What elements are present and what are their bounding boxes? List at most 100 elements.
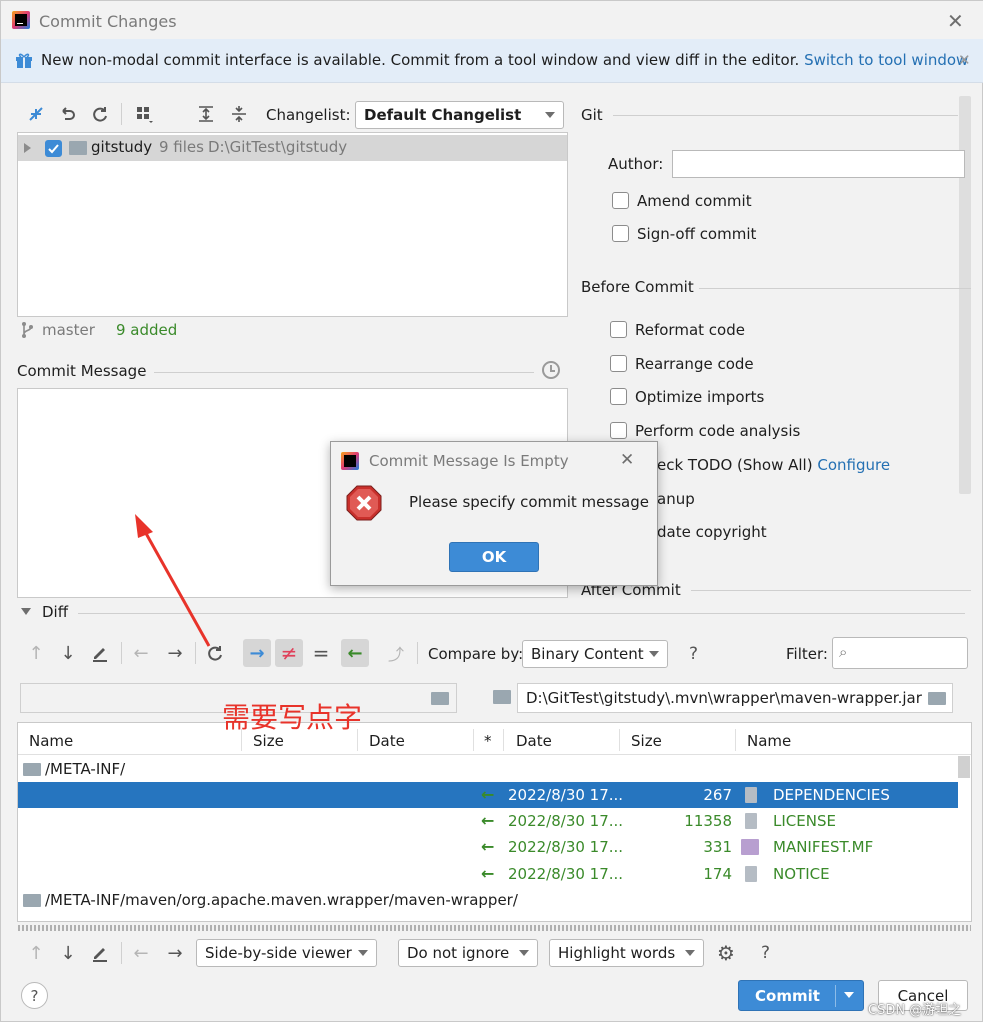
optimize-imports-checkbox[interactable] (610, 388, 627, 405)
table-row[interactable]: ← 2022/8/30 17... 267 DEPENDENCIES (18, 782, 958, 808)
before-commit-title: Before Commit (581, 278, 694, 296)
branch-name: master (42, 321, 95, 339)
diff-help-icon[interactable]: ? (689, 644, 698, 664)
dialog-app-icon (341, 452, 359, 470)
compare-by-select[interactable]: Binary Content (522, 640, 668, 668)
banner-message: New non-modal commit interface is availa… (41, 51, 800, 69)
changelist-value: Default Changelist (364, 106, 522, 124)
expand-collapse-icon[interactable] (24, 102, 48, 126)
switch-to-tool-window-link[interactable]: Switch to tool window (804, 51, 968, 69)
arrow-left-icon: ← (481, 785, 495, 804)
table-row[interactable]: ← 2022/8/30 17... 174 NOTICE (18, 861, 958, 887)
show-deleted-icon[interactable]: ← (341, 639, 369, 667)
git-divider (613, 115, 958, 116)
row-name: NOTICE (773, 865, 830, 883)
gift-icon (15, 52, 33, 69)
show-different-icon[interactable]: ≠ (275, 639, 303, 667)
show-equal-icon[interactable]: = (309, 641, 333, 665)
empty-message-dialog: Commit Message Is Empty ✕ Please specify… (330, 441, 658, 586)
filter-input[interactable]: ⌕ (832, 637, 968, 669)
edit-source-icon[interactable] (88, 941, 112, 965)
configure-link[interactable]: Configure (817, 456, 890, 474)
folder-icon (69, 141, 87, 155)
search-icon: ⌕ (839, 643, 848, 661)
expand-all-icon[interactable] (194, 102, 218, 126)
close-window-icon[interactable]: ✕ (947, 9, 964, 33)
file-icon (745, 787, 757, 803)
browse-folder-icon[interactable] (928, 692, 946, 705)
refresh-icon[interactable] (88, 102, 112, 126)
table-scrollbar[interactable] (958, 756, 970, 778)
prev-diff-icon[interactable]: ↑ (24, 641, 48, 665)
col-left-date[interactable]: Date (369, 732, 405, 750)
commit-button[interactable]: Commit (738, 980, 864, 1011)
code-analysis-checkbox[interactable] (610, 422, 627, 439)
sign-off-checkbox[interactable] (612, 225, 629, 242)
highlight-select[interactable]: Highlight words (549, 939, 704, 967)
diff-collapse-icon[interactable] (21, 608, 31, 615)
file-icon (745, 866, 757, 882)
right-path-field[interactable]: D:\GitTest\gitstudy\.mvn\wrapper\maven-w… (517, 683, 953, 713)
splitter-handle[interactable] (18, 925, 971, 931)
rollback-icon[interactable] (56, 102, 80, 126)
col-star[interactable]: * (484, 732, 492, 750)
root-checkbox[interactable] (45, 140, 62, 157)
amend-commit-label: Amend commit (637, 192, 752, 210)
dialog-message: Please specify commit message (409, 493, 649, 511)
reformat-checkbox[interactable] (610, 321, 627, 338)
changelist-label: Changelist: (266, 106, 351, 124)
row-size: 267 (703, 786, 732, 804)
edit-icon[interactable] (88, 641, 112, 665)
intellij-logo-icon (12, 11, 30, 29)
browse-folder-icon[interactable] (431, 692, 449, 705)
folder-row[interactable]: /META-INF/maven/org.apache.maven.wrapper… (18, 887, 958, 913)
banner-close-icon[interactable]: ✕ (958, 51, 971, 69)
after-commit-divider (691, 590, 971, 591)
check-todo-label: eck TODO (Show All) Configure (657, 456, 890, 474)
table-row[interactable]: ← 2022/8/30 17... 331 MANIFEST.MF (18, 834, 958, 860)
sign-off-label: Sign-off commit (637, 225, 757, 243)
tree-root-row[interactable]: gitstudy 9 files D:\GitTest\gitstudy (18, 135, 567, 161)
group-by-icon[interactable] (132, 102, 156, 126)
back-icon[interactable]: ← (129, 941, 153, 965)
folder-row[interactable]: /META-INF/ (18, 756, 958, 782)
col-right-size[interactable]: Size (631, 732, 662, 750)
next-diff-icon[interactable]: ↓ (56, 641, 80, 665)
forward-icon[interactable]: → (163, 941, 187, 965)
gear-icon[interactable]: ⚙ (714, 941, 738, 965)
chevron-down-icon (358, 950, 368, 956)
file-icon (745, 813, 757, 829)
root-path: D:\GitTest\gitstudy (208, 138, 348, 156)
git-section-title: Git (581, 106, 603, 124)
chevron-down-icon[interactable] (844, 992, 854, 998)
changelist-select[interactable]: Default Changelist (355, 101, 564, 129)
col-left-name[interactable]: Name (29, 732, 73, 750)
ignore-select[interactable]: Do not ignore (398, 939, 538, 967)
collapse-all-icon[interactable] (227, 102, 251, 126)
ok-button[interactable]: OK (449, 542, 539, 572)
folder-icon (23, 763, 41, 776)
dialog-close-icon[interactable]: ✕ (620, 450, 634, 470)
added-count: 9 added (116, 321, 178, 339)
show-new-files-icon[interactable]: → (243, 639, 271, 667)
toolbar-separator (121, 103, 122, 125)
amend-commit-checkbox[interactable] (612, 192, 629, 209)
help-button[interactable]: ? (21, 982, 48, 1009)
expand-arrow-icon[interactable] (24, 143, 31, 153)
changes-tree: gitstudy 9 files D:\GitTest\gitstudy (17, 132, 568, 317)
cleanup-label: anup (657, 490, 695, 508)
bottom-help-icon[interactable]: ? (761, 943, 770, 963)
col-right-name[interactable]: Name (747, 732, 791, 750)
next-change-icon[interactable]: ↓ (56, 941, 80, 965)
viewer-select[interactable]: Side-by-side viewer (196, 939, 377, 967)
history-clock-icon[interactable] (542, 361, 560, 379)
col-right-date[interactable]: Date (516, 732, 552, 750)
banner-text: New non-modal commit interface is availa… (41, 51, 968, 69)
arrow-left-icon: ← (481, 837, 495, 856)
prev-change-icon[interactable]: ↑ (24, 941, 48, 965)
table-row[interactable]: ← 2022/8/30 17... 11358 LICENSE (18, 808, 958, 834)
right-path-text: D:\GitTest\gitstudy\.mvn\wrapper\maven-w… (526, 689, 922, 707)
rearrange-checkbox[interactable] (610, 355, 627, 372)
author-input[interactable] (672, 150, 965, 178)
merge-icon[interactable]: ⤴ (384, 641, 408, 665)
